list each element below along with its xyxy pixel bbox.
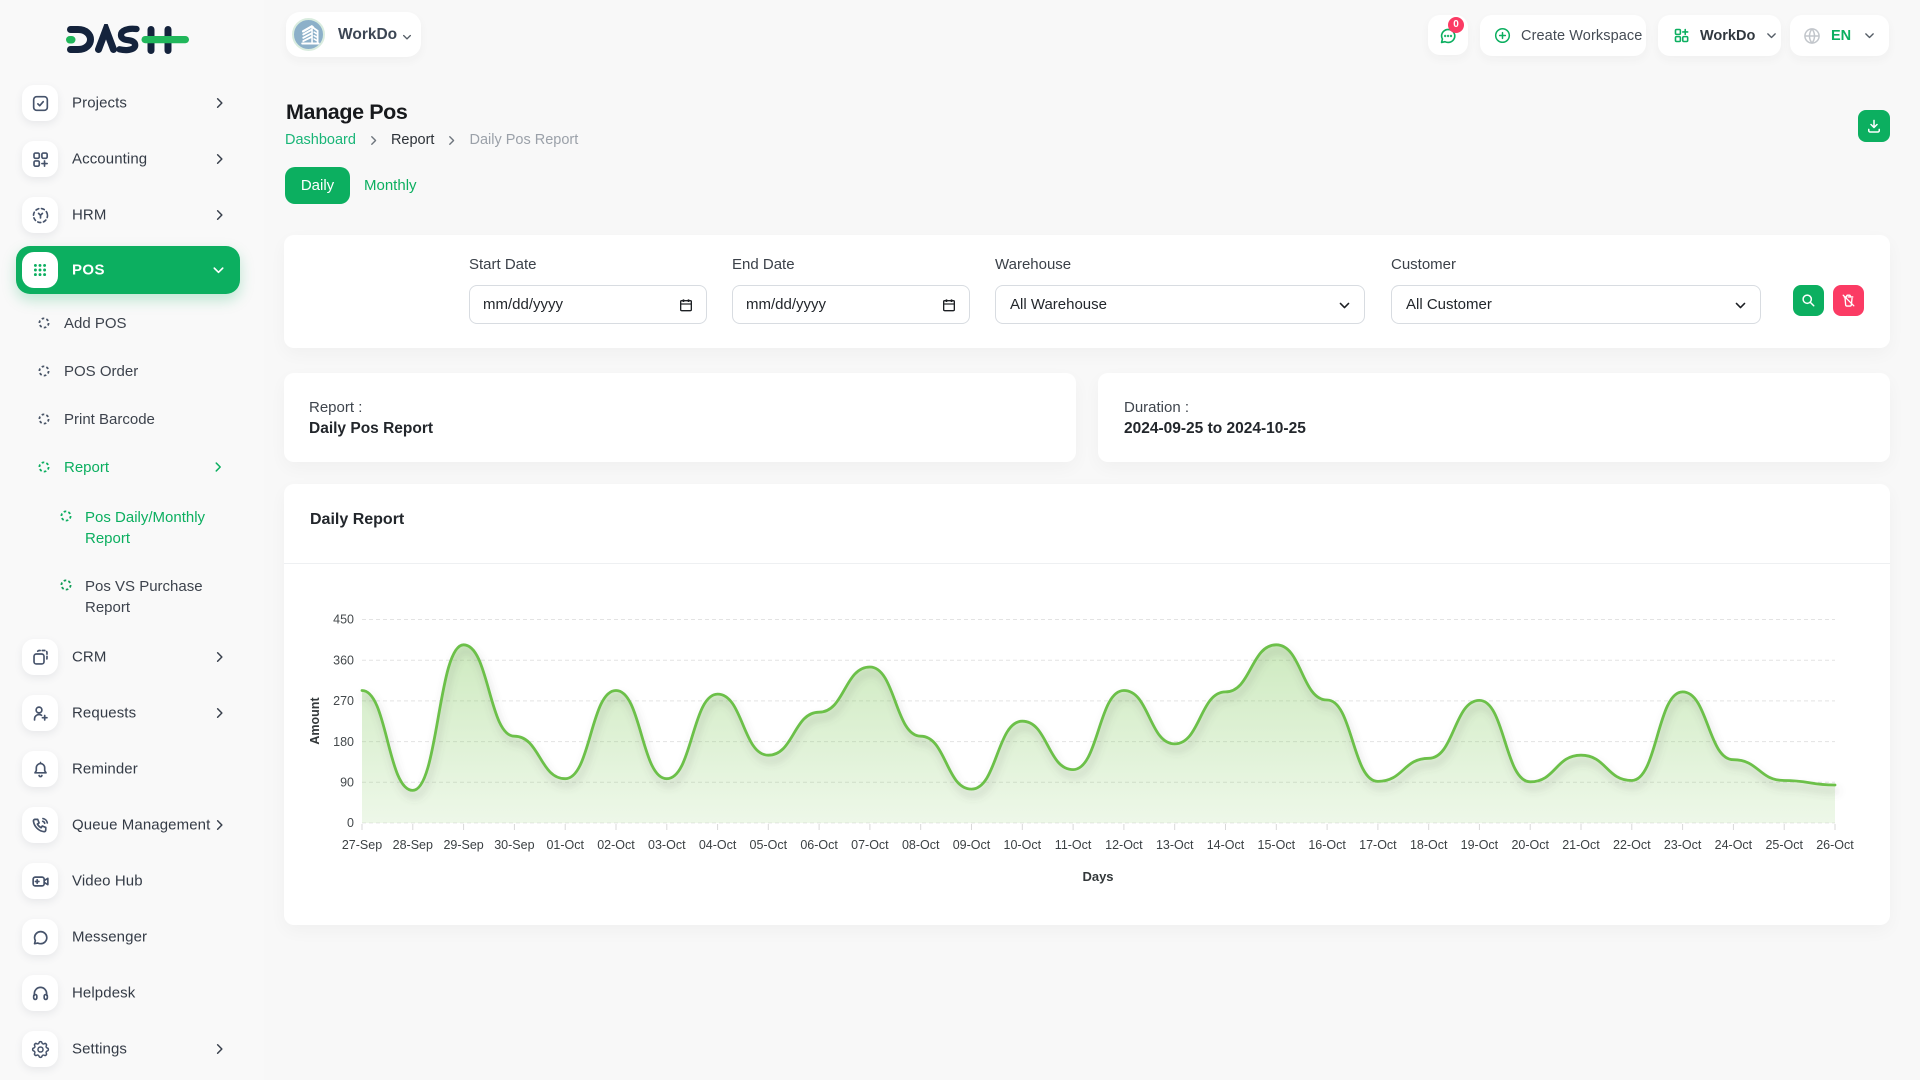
svg-text:08-Oct: 08-Oct	[902, 838, 940, 852]
svg-text:23-Oct: 23-Oct	[1664, 838, 1702, 852]
svg-text:22-Oct: 22-Oct	[1613, 838, 1651, 852]
svg-text:07-Oct: 07-Oct	[851, 838, 889, 852]
svg-text:09-Oct: 09-Oct	[953, 838, 991, 852]
svg-text:20-Oct: 20-Oct	[1511, 838, 1549, 852]
svg-text:Days: Days	[1082, 869, 1113, 884]
svg-text:14-Oct: 14-Oct	[1207, 838, 1245, 852]
svg-text:19-Oct: 19-Oct	[1461, 838, 1499, 852]
svg-text:06-Oct: 06-Oct	[800, 838, 838, 852]
svg-text:18-Oct: 18-Oct	[1410, 838, 1448, 852]
svg-text:13-Oct: 13-Oct	[1156, 838, 1194, 852]
svg-text:270: 270	[333, 694, 354, 708]
svg-text:360: 360	[333, 653, 354, 667]
svg-text:27-Sep: 27-Sep	[342, 838, 382, 852]
svg-text:15-Oct: 15-Oct	[1258, 838, 1296, 852]
svg-text:450: 450	[333, 613, 354, 627]
svg-text:29-Sep: 29-Sep	[443, 838, 483, 852]
svg-text:30-Sep: 30-Sep	[494, 838, 534, 852]
svg-text:12-Oct: 12-Oct	[1105, 838, 1143, 852]
svg-text:05-Oct: 05-Oct	[750, 838, 788, 852]
svg-text:10-Oct: 10-Oct	[1004, 838, 1042, 852]
svg-text:21-Oct: 21-Oct	[1562, 838, 1600, 852]
svg-text:0: 0	[347, 816, 354, 830]
svg-text:24-Oct: 24-Oct	[1715, 838, 1753, 852]
svg-text:16-Oct: 16-Oct	[1308, 838, 1346, 852]
svg-text:90: 90	[340, 776, 354, 790]
svg-text:28-Sep: 28-Sep	[393, 838, 433, 852]
svg-text:04-Oct: 04-Oct	[699, 838, 737, 852]
svg-text:26-Oct: 26-Oct	[1816, 838, 1854, 852]
svg-text:Amount: Amount	[308, 697, 322, 745]
svg-text:11-Oct: 11-Oct	[1055, 838, 1092, 852]
svg-text:01-Oct: 01-Oct	[546, 838, 584, 852]
svg-text:17-Oct: 17-Oct	[1359, 838, 1397, 852]
svg-text:25-Oct: 25-Oct	[1765, 838, 1803, 852]
svg-text:03-Oct: 03-Oct	[648, 838, 686, 852]
svg-text:02-Oct: 02-Oct	[597, 838, 635, 852]
svg-text:180: 180	[333, 735, 354, 749]
